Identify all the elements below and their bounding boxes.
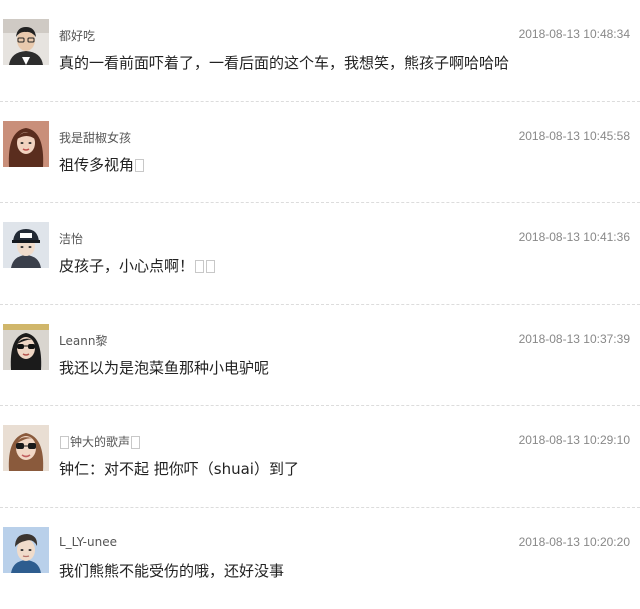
comment-timestamp: 2018-08-13 10:48:34 <box>518 27 630 41</box>
avatar-female-sunglasses-2-icon <box>3 425 49 471</box>
avatar-male-blue-icon <box>3 526 49 573</box>
comment-item: 我是甜椒女孩 2018-08-13 10:45:58 祖传多视角 <box>0 102 640 204</box>
avatar[interactable] <box>3 526 49 573</box>
comment-text: 钟仁：对不起 把你吓（shuai）到了 <box>59 460 299 478</box>
avatar-person-cap-icon <box>3 222 49 268</box>
commenter-name[interactable]: 我是甜椒女孩 <box>59 129 131 146</box>
avatar[interactable] <box>3 222 49 268</box>
avatar[interactable] <box>3 120 49 167</box>
comment-text: 祖传多视角 <box>59 154 145 175</box>
missing-emoji-icon <box>131 436 141 449</box>
avatar-female-sunglasses-icon <box>3 323 49 370</box>
commenter-name[interactable]: 钟大的歌声 <box>59 433 141 450</box>
missing-emoji-icon <box>206 260 216 273</box>
commenter-name[interactable]: L_LY-unee <box>59 535 117 549</box>
comment-item: 都好吃 2018-08-13 10:48:34 真的一看前面吓着了，一看后面的这… <box>0 0 640 102</box>
commenter-name[interactable]: Leann黎 <box>59 332 107 349</box>
comment-item: Leann黎 2018-08-13 10:37:39 我还以为是泡菜鱼那种小电驴… <box>0 305 640 407</box>
comment-text: 真的一看前面吓着了，一看后面的这个车，我想笑，熊孩子啊哈哈哈 <box>59 54 510 72</box>
avatar-male-glasses-icon <box>3 19 49 65</box>
commenter-name[interactable]: 都好吃 <box>59 27 95 44</box>
commenter-name[interactable]: 洁怡 <box>59 230 83 247</box>
comment-text: 我们熊熊不能受伤的哦，还好没事 <box>59 561 285 580</box>
comment-timestamp: 2018-08-13 10:20:20 <box>518 534 630 549</box>
comment-timestamp: 2018-08-13 10:41:36 <box>518 230 630 244</box>
comment-list: 都好吃 2018-08-13 10:48:34 真的一看前面吓着了，一看后面的这… <box>0 0 640 609</box>
missing-emoji-icon <box>195 260 205 273</box>
avatar[interactable] <box>3 19 49 65</box>
missing-emoji-icon <box>135 158 145 172</box>
comment-text: 我还以为是泡菜鱼那种小电驴呢 <box>59 358 270 377</box>
avatar[interactable] <box>3 323 49 370</box>
comment-text: 皮孩子，小心点啊！ <box>59 255 216 276</box>
comment-item: 钟大的歌声 2018-08-13 10:29:10 钟仁：对不起 把你吓（shu… <box>0 406 640 508</box>
avatar-female-long-hair-icon <box>3 120 49 167</box>
missing-emoji-icon <box>60 436 69 449</box>
avatar[interactable] <box>3 425 49 471</box>
comment-timestamp: 2018-08-13 10:45:58 <box>518 128 630 143</box>
comment-item: 洁怡 2018-08-13 10:41:36 皮孩子，小心点啊！ <box>0 203 640 305</box>
comment-timestamp: 2018-08-13 10:29:10 <box>518 433 630 447</box>
comment-item: L_LY-unee 2018-08-13 10:20:20 我们熊熊不能受伤的哦… <box>0 508 640 609</box>
comment-timestamp: 2018-08-13 10:37:39 <box>518 331 630 346</box>
